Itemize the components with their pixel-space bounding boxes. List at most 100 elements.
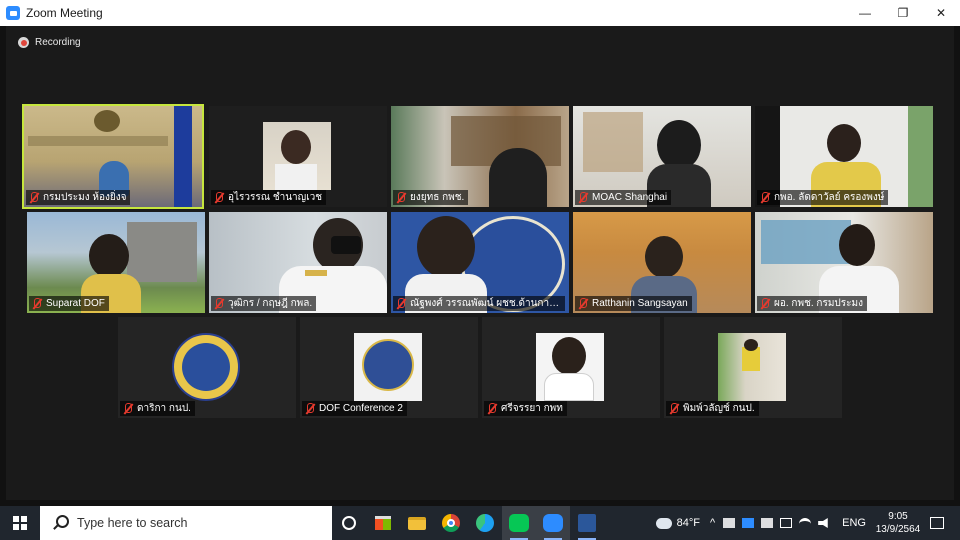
recording-label: Recording	[35, 37, 81, 48]
task-view-button[interactable]	[332, 506, 366, 540]
video-tile[interactable]: MOAC Shanghai	[573, 106, 751, 207]
muted-mic-icon	[486, 402, 497, 415]
store-icon	[375, 516, 391, 530]
taskbar-search[interactable]: Type here to search	[40, 506, 332, 540]
muted-mic-icon	[577, 191, 588, 204]
zoom-app-icon	[6, 6, 20, 20]
chevron-up-icon[interactable]: ^	[710, 517, 715, 529]
muted-mic-icon	[759, 191, 770, 204]
muted-mic-icon	[395, 297, 406, 310]
participant-name: กรมประมง ห้องยิ่งจ	[43, 192, 127, 203]
video-tile[interactable]: Ratthanin Sangsayan	[573, 212, 751, 313]
edge-icon	[476, 514, 494, 532]
line-app-button[interactable]	[502, 506, 536, 540]
participant-name: พิมพ์วลัญช์ กนป.	[683, 403, 755, 414]
participant-nameplate: ศรีจรรยา กพท	[484, 401, 567, 416]
dropbox-icon[interactable]	[761, 518, 774, 528]
muted-mic-icon	[213, 297, 224, 310]
minimize-button[interactable]: —	[846, 0, 884, 26]
task-view-icon	[342, 516, 356, 530]
chrome-button[interactable]	[434, 506, 468, 540]
network-icon[interactable]	[723, 518, 736, 528]
video-tile[interactable]: วุฒิกร / กฤษฎี กพล.	[209, 212, 387, 313]
language-indicator[interactable]: ENG	[842, 517, 866, 529]
participant-nameplate: วุฒิกร / กฤษฎี กพล.	[211, 296, 317, 311]
video-tile[interactable]: ณัฐพงศ์ วรรณพัฒน์ ผชช.ด้านการเพาะ...	[391, 212, 569, 313]
weather-temperature[interactable]: 84°F	[677, 517, 700, 529]
participant-nameplate: ดาริกา กนป.	[120, 401, 195, 416]
participant-name: ผอ. กพช. กรมประมง	[774, 298, 863, 309]
muted-mic-icon	[668, 402, 679, 415]
muted-mic-icon	[304, 402, 315, 415]
taskbar-clock[interactable]: 9:05 13/9/2564	[866, 510, 930, 536]
zoom-app-button[interactable]	[536, 506, 570, 540]
participant-name: ณัฐพงศ์ วรรณพัฒน์ ผชช.ด้านการเพาะ...	[410, 298, 561, 309]
window-title: Zoom Meeting	[26, 6, 103, 20]
participant-name: ยงยุทธ กพช.	[410, 192, 465, 203]
edge-button[interactable]	[468, 506, 502, 540]
muted-mic-icon	[395, 191, 406, 204]
notification-icon[interactable]	[930, 517, 944, 529]
video-tile[interactable]: กพอ. ลัดดาวัลย์ ครองพงษ์	[755, 106, 933, 207]
battery-icon[interactable]	[780, 518, 793, 528]
maximize-button[interactable]: ❐	[884, 0, 922, 26]
chrome-icon	[442, 514, 460, 532]
participant-name: DOF Conference 2	[319, 403, 403, 414]
windows-taskbar: Type here to search 84°F ^ ENG 9:05 13/9…	[0, 506, 960, 540]
participant-name: Ratthanin Sangsayan	[592, 298, 688, 309]
video-tile[interactable]: ยงยุทธ กพช.	[391, 106, 569, 207]
clock-time: 9:05	[888, 511, 908, 522]
record-icon	[18, 37, 29, 48]
weather-icon	[655, 517, 672, 529]
recording-indicator[interactable]: Recording	[18, 37, 81, 48]
app-tray-icon[interactable]	[742, 518, 755, 528]
participant-nameplate: กรมประมง ห้องยิ่งจ	[26, 190, 131, 205]
wifi-icon[interactable]	[799, 518, 812, 528]
video-tile[interactable]: กรมประมง ห้องยิ่งจ	[22, 104, 204, 209]
video-tile[interactable]: พิมพ์วลัญช์ กนป.	[664, 317, 842, 418]
word-app-button[interactable]	[570, 506, 604, 540]
participant-name: วุฒิกร / กฤษฎี กพล.	[228, 298, 313, 309]
video-tile[interactable]: ศรีจรรยา กพท	[482, 317, 660, 418]
video-tile[interactable]: ดาริกา กนป.	[118, 317, 296, 418]
muted-mic-icon	[577, 297, 588, 310]
participant-name: ดาริกา กนป.	[137, 403, 191, 414]
participant-name: Suparat DOF	[46, 298, 105, 309]
close-button[interactable]: ✕	[922, 0, 960, 26]
volume-icon[interactable]	[818, 518, 828, 528]
video-tile[interactable]: Suparat DOF	[27, 212, 205, 313]
store-app-button[interactable]	[366, 506, 400, 540]
participant-name: อุไรวรรณ ชำนาญเวช	[228, 192, 323, 203]
video-tile[interactable]: อุไรวรรณ ชำนาญเวช	[209, 106, 387, 207]
line-icon	[509, 514, 529, 532]
participant-name: ศรีจรรยา กพท	[501, 403, 563, 414]
video-tile[interactable]: DOF Conference 2	[300, 317, 478, 418]
participant-nameplate: DOF Conference 2	[302, 401, 407, 416]
search-placeholder: Type here to search	[77, 516, 188, 530]
participant-nameplate: Suparat DOF	[29, 296, 109, 311]
participant-nameplate: ณัฐพงศ์ วรรณพัฒน์ ผชช.ด้านการเพาะ...	[393, 296, 565, 311]
word-icon	[578, 514, 596, 532]
system-tray: 84°F ^ ENG 9:05 13/9/2564	[655, 506, 960, 540]
participant-nameplate: ผอ. กพช. กรมประมง	[757, 296, 867, 311]
windows-logo-icon	[13, 516, 27, 530]
muted-mic-icon	[28, 191, 39, 204]
participant-nameplate: พิมพ์วลัญช์ กนป.	[666, 401, 759, 416]
participant-nameplate: อุไรวรรณ ชำนาญเวช	[211, 190, 327, 205]
muted-mic-icon	[213, 191, 224, 204]
participant-nameplate: กพอ. ลัดดาวัลย์ ครองพงษ์	[757, 190, 889, 205]
muted-mic-icon	[759, 297, 770, 310]
participant-name: กพอ. ลัดดาวัลย์ ครองพงษ์	[774, 192, 885, 203]
participant-name: MOAC Shanghai	[592, 192, 668, 203]
clock-date: 13/9/2564	[875, 524, 921, 535]
muted-mic-icon	[122, 402, 133, 415]
muted-mic-icon	[31, 297, 42, 310]
title-bar: Zoom Meeting — ❐ ✕	[0, 0, 960, 26]
video-tile[interactable]: ผอ. กพช. กรมประมง	[755, 212, 933, 313]
participant-nameplate: Ratthanin Sangsayan	[575, 296, 692, 311]
zoom-window: Zoom Meeting — ❐ ✕ Recording กรมประมง ห้…	[0, 0, 960, 540]
folder-icon	[408, 516, 426, 530]
file-explorer-button[interactable]	[400, 506, 434, 540]
search-icon	[52, 515, 69, 531]
start-button[interactable]	[0, 506, 40, 540]
